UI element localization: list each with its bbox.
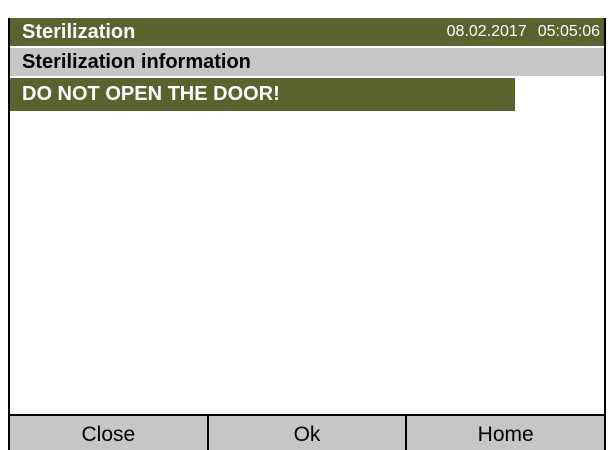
bottom-button-bar: Close Ok Home [10, 414, 605, 450]
screen-title: Sterilization [22, 20, 136, 43]
section-header: Sterilization information [10, 48, 604, 76]
ok-button[interactable]: Ok [206, 416, 406, 450]
title-bar: Sterilization 08.02.2017 05:05:06 [10, 18, 604, 46]
home-button[interactable]: Home [405, 416, 605, 450]
warning-banner: DO NOT OPEN THE DOOR! [10, 78, 515, 111]
time-display: 05:05:06 [537, 23, 600, 40]
datetime-display: 08.02.2017 05:05:06 [447, 23, 600, 41]
close-button[interactable]: Close [10, 416, 207, 450]
date-display: 08.02.2017 [446, 23, 527, 40]
controller-screen: Sterilization 08.02.2017 05:05:06 Sterili… [8, 18, 606, 450]
